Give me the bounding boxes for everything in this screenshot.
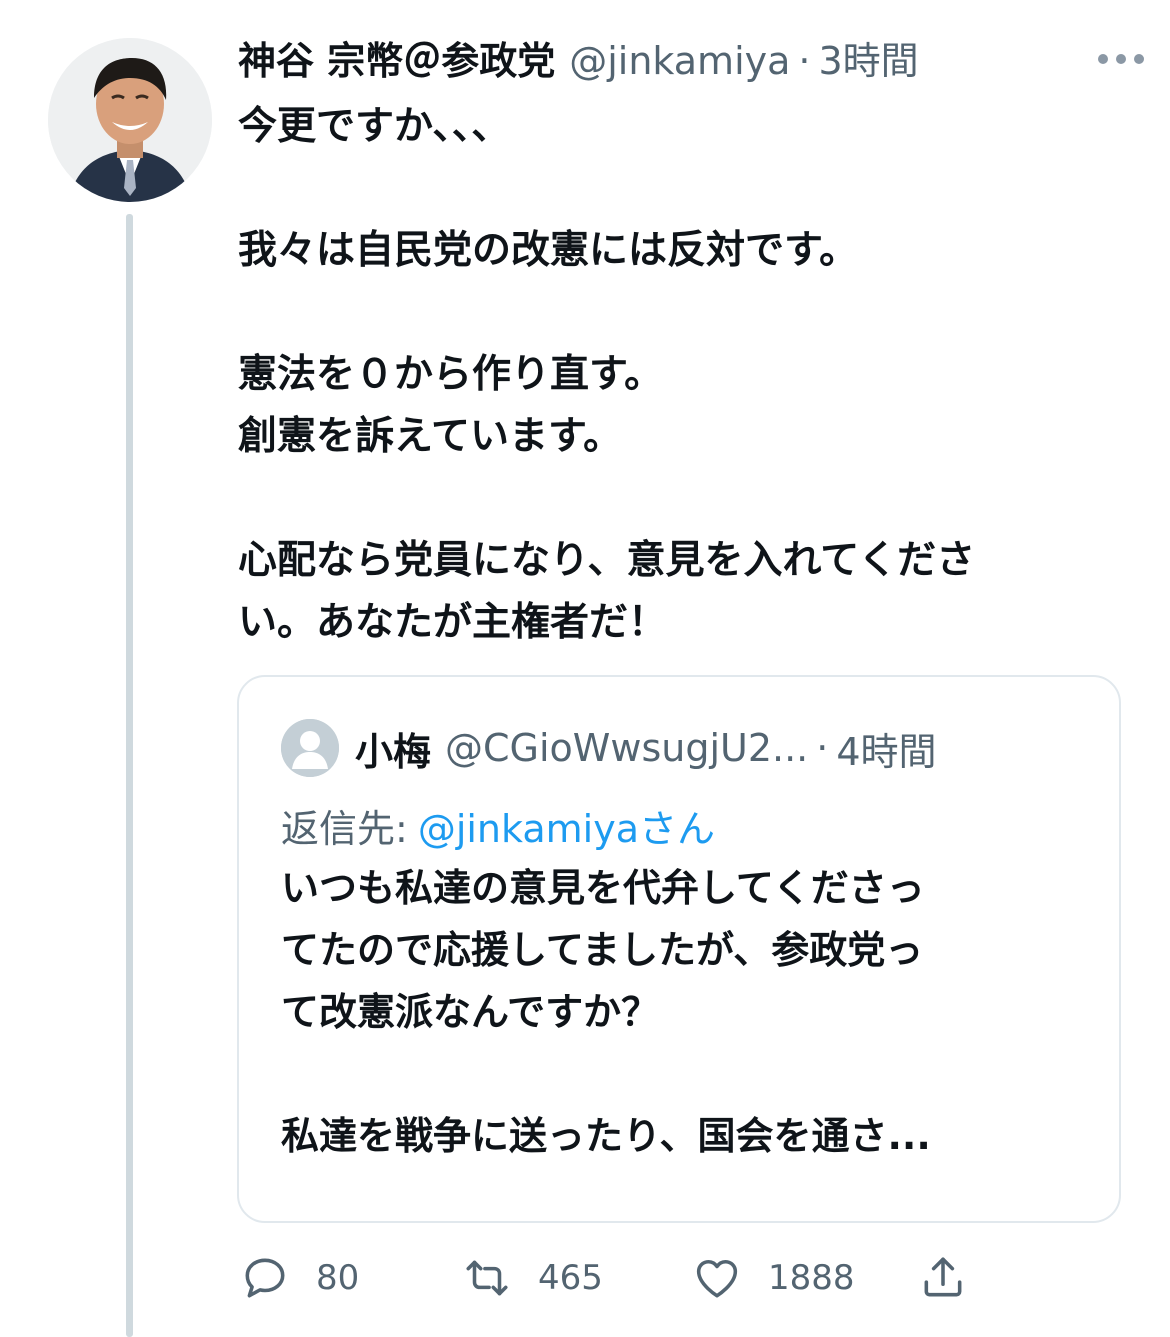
reply-to-line: 返信先: @jinkamiyaさん: [281, 801, 715, 857]
quoted-tweet-time: 4時間: [836, 729, 937, 774]
author-handle[interactable]: @jinkamiya: [569, 32, 790, 90]
reply-icon: [245, 1258, 285, 1298]
like-button[interactable]: 1888: [692, 1248, 855, 1308]
like-icon: [696, 1259, 738, 1298]
quoted-author-handle[interactable]: @CGioWwsugjU2...: [445, 726, 808, 770]
share-button[interactable]: [918, 1248, 968, 1308]
thread-line: [126, 214, 133, 1337]
reply-button[interactable]: 80: [240, 1248, 359, 1308]
quoted-tweet[interactable]: 小梅 @CGioWwsugjU2... · 4時間 返信先: @jinkamiya…: [237, 675, 1121, 1223]
separator-dot: ·: [798, 39, 811, 83]
retweet-icon: [466, 1260, 508, 1296]
reply-count: 80: [316, 1258, 360, 1298]
like-count: 1888: [768, 1258, 855, 1298]
retweet-button[interactable]: 465: [462, 1248, 603, 1308]
more-icon[interactable]: [1098, 54, 1144, 66]
action-bar: 80 465 1888: [240, 1248, 1000, 1308]
author-avatar[interactable]: [48, 38, 212, 202]
retweet-count: 465: [538, 1258, 603, 1298]
reply-to-label: 返信先:: [281, 807, 408, 851]
author-name[interactable]: 神谷 宗幣＠参政党: [238, 32, 555, 90]
quoted-tweet-text: いつも私達の意見を代弁してくださっ てたので応援してましたが、参政党っ て改憲派…: [281, 866, 931, 1158]
tweet-header: 神谷 宗幣＠参政党 @jinkamiya · 3時間: [238, 32, 1150, 90]
share-icon: [924, 1257, 962, 1297]
tweet-text: 今更ですか、、、 我々は自民党の改憲には反対です。 憲法を０から作り直す。 創憲…: [238, 104, 976, 645]
quoted-tweet-header: 小梅 @CGioWwsugjU2... · 4時間: [355, 717, 1099, 779]
quoted-author-name[interactable]: 小梅: [355, 721, 431, 776]
reply-to-mention[interactable]: @jinkamiyaさん: [418, 807, 715, 851]
quoted-author-avatar[interactable]: [281, 719, 339, 777]
quoted-separator-dot: ·: [816, 726, 829, 770]
tweet-time[interactable]: 3時間: [819, 32, 919, 90]
